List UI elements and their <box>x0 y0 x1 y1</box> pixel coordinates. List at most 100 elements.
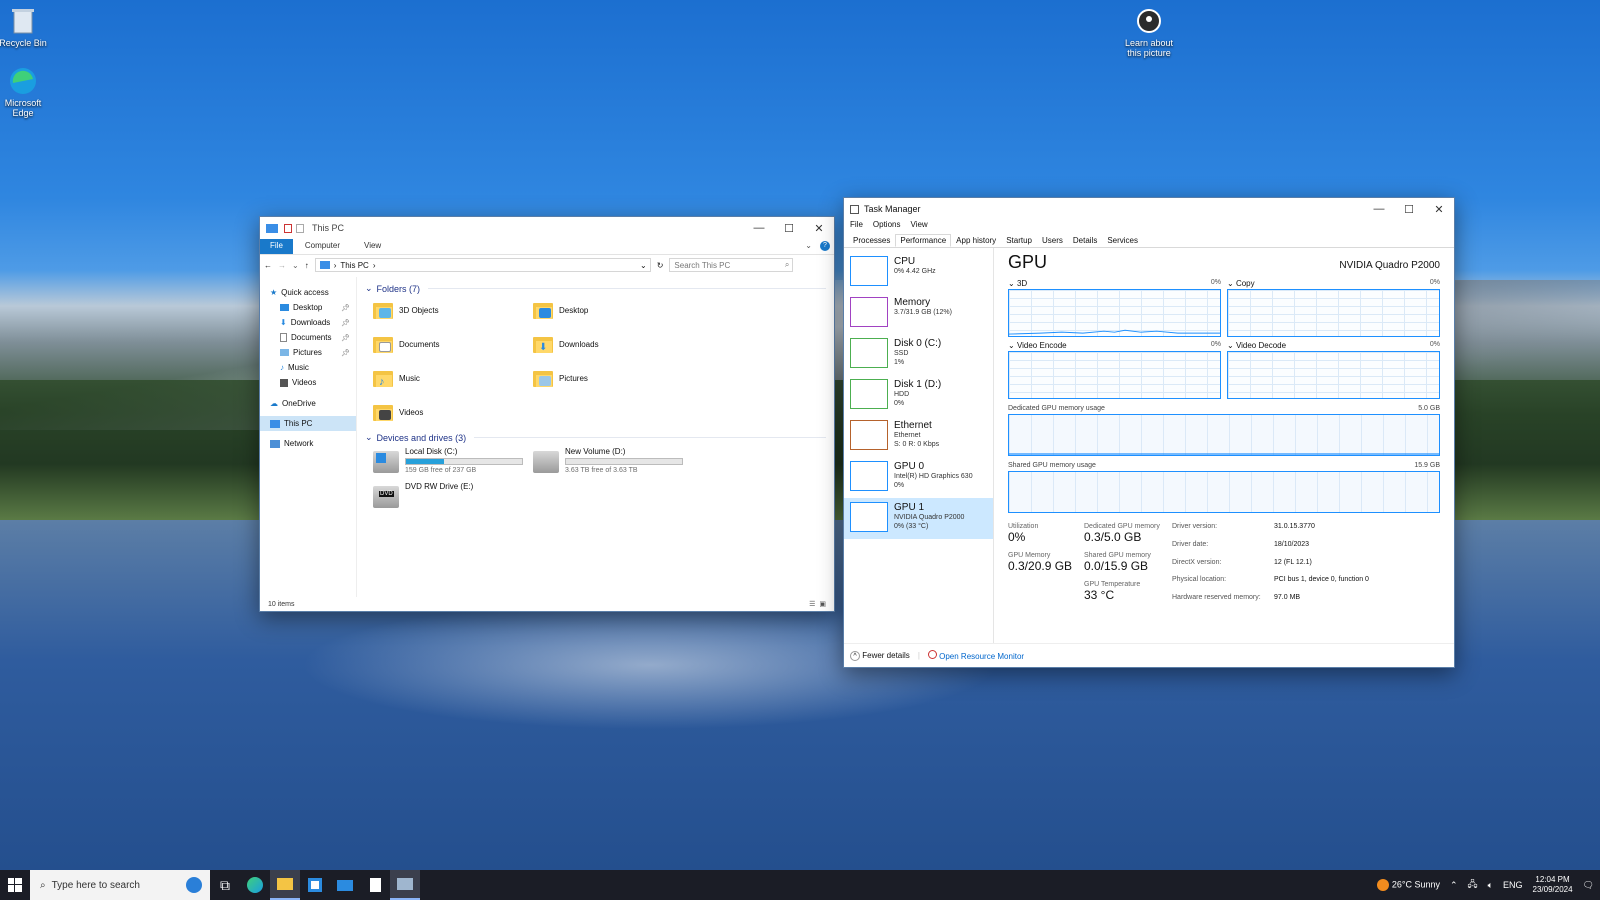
folder-pictures[interactable]: Pictures <box>533 366 693 390</box>
task-view-button[interactable]: ⧉ <box>210 870 240 900</box>
minimize-button[interactable]: — <box>1364 203 1394 216</box>
network-icon <box>270 439 280 448</box>
notifications-icon[interactable]: 🗨︎ <box>1583 880 1594 891</box>
perf-item-cpu[interactable]: CPU 0% 4.42 GHz <box>844 252 993 293</box>
recent-locations-button[interactable]: ⌄ <box>292 261 299 270</box>
show-hidden-icons-chevron-icon[interactable]: ⌃ <box>1450 880 1458 891</box>
menu-options[interactable]: Options <box>873 220 901 234</box>
folders-group-header[interactable]: ⌄ Folders (7) <box>365 283 826 294</box>
ribbon-tab-file[interactable]: File <box>260 239 293 254</box>
fewer-details-button[interactable]: ^ Fewer details <box>850 650 910 661</box>
taskbar-mail[interactable] <box>330 870 360 900</box>
ribbon-tab-computer[interactable]: Computer <box>293 239 352 254</box>
devices-group-header[interactable]: ⌄ Devices and drives (3) <box>365 432 826 443</box>
taskmgr-titlebar[interactable]: Task Manager — ☐ ✕ <box>844 198 1454 220</box>
desktop-icon-learn-picture[interactable]: Learn about this picture <box>1117 6 1181 58</box>
nav-videos[interactable]: Videos <box>260 375 356 390</box>
search-input[interactable]: Search This PC <box>674 261 730 270</box>
search-box[interactable]: Search This PC ⌕ <box>669 258 794 272</box>
desktop-icon-recycle-bin[interactable]: Recycle Bin <box>0 6 53 48</box>
perf-item-ethernet[interactable]: Ethernet Ethernet S: 0 R: 0 Kbps <box>844 416 993 457</box>
ribbon-tab-view[interactable]: View <box>352 239 393 254</box>
folder-3d-objects[interactable]: 3D Objects <box>373 298 533 322</box>
tab-details[interactable]: Details <box>1068 234 1102 247</box>
nav-desktop[interactable]: Desktop 📌︎ <box>260 300 356 315</box>
perf-item-gpu1[interactable]: GPU 1 NVIDIA Quadro P2000 0% (33 °C) <box>844 498 993 539</box>
back-button[interactable]: ← <box>264 261 272 270</box>
help-icon[interactable]: ? <box>816 239 834 254</box>
pin-icon[interactable]: 📌︎ <box>341 304 350 312</box>
weather-widget[interactable]: 26°C Sunny <box>1377 879 1440 891</box>
engine-video-encode[interactable]: ⌄ Video Encode 0% <box>1008 341 1221 399</box>
expand-ribbon-icon[interactable]: ⌄ <box>801 239 816 254</box>
task-manager-window[interactable]: Task Manager — ☐ ✕ File Options View Pro… <box>843 197 1455 668</box>
perf-item-disk1[interactable]: Disk 1 (D:) HDD 0% <box>844 375 993 416</box>
input-language[interactable]: ENG <box>1503 880 1523 890</box>
menu-file[interactable]: File <box>850 220 863 234</box>
address-bar[interactable]: › This PC › ⌄ <box>314 258 651 272</box>
explorer-titlebar[interactable]: This PC — ☐ ✕ <box>260 217 834 239</box>
address-dropdown-icon[interactable]: ⌄ <box>640 261 650 270</box>
drive-c[interactable]: Local Disk (C:) 159 GB free of 237 GB <box>373 447 533 474</box>
drive-e[interactable]: DVD DVD RW Drive (E:) <box>373 482 533 508</box>
nav-downloads[interactable]: ⬇ Downloads 📌︎ <box>260 315 356 330</box>
nav-music[interactable]: ♪ Music <box>260 360 356 375</box>
folder-downloads[interactable]: ⬇ Downloads <box>533 332 693 356</box>
file-explorer-window[interactable]: This PC — ☐ ✕ File Computer View ⌄ ? ← →… <box>259 216 835 612</box>
tab-services[interactable]: Services <box>1102 234 1143 247</box>
properties-icon[interactable] <box>296 223 304 233</box>
pin-icon[interactable]: 📌︎ <box>341 334 350 342</box>
network-icon[interactable]: 🖧︎ <box>1468 877 1478 893</box>
details-view-icon[interactable]: ☰ <box>809 600 815 608</box>
desktop-icon-edge[interactable]: Microsoft Edge <box>0 66 53 118</box>
perf-item-gpu0[interactable]: GPU 0 Intel(R) HD Graphics 630 0% <box>844 457 993 498</box>
taskbar-file-explorer[interactable] <box>270 870 300 900</box>
folder-documents[interactable]: Documents <box>373 332 533 356</box>
quick-access-toolbar-icon[interactable] <box>284 223 292 233</box>
engine-copy[interactable]: ⌄ Copy 0% <box>1227 279 1440 337</box>
tab-app-history[interactable]: App history <box>951 234 1001 247</box>
maximize-button[interactable]: ☐ <box>1394 203 1424 216</box>
taskbar-search[interactable]: ⌕ Type here to search <box>30 870 210 900</box>
taskbar-store[interactable] <box>300 870 330 900</box>
close-button[interactable]: ✕ <box>1424 203 1454 216</box>
up-button[interactable]: ↑ <box>305 261 309 270</box>
perf-item-disk0[interactable]: Disk 0 (C:) SSD 1% <box>844 334 993 375</box>
folder-desktop[interactable]: Desktop <box>533 298 693 322</box>
nav-documents[interactable]: Documents 📌︎ <box>260 330 356 345</box>
breadcrumb-this-pc[interactable]: This PC <box>340 261 368 270</box>
forward-button[interactable]: → <box>278 261 286 270</box>
drive-d[interactable]: New Volume (D:) 3.63 TB free of 3.63 TB <box>533 447 693 474</box>
taskbar-notepad[interactable] <box>360 870 390 900</box>
nav-onedrive[interactable]: ☁ OneDrive <box>260 396 356 411</box>
volume-icon[interactable]: 🔈︎ <box>1488 880 1493 891</box>
tab-processes[interactable]: Processes <box>848 234 895 247</box>
large-icons-view-icon[interactable]: ▣ <box>819 600 826 608</box>
pin-icon[interactable]: 📌︎ <box>341 349 350 357</box>
taskbar-edge[interactable] <box>240 870 270 900</box>
perf-item-memory[interactable]: Memory 3.7/31.9 GB (12%) <box>844 293 993 334</box>
start-button[interactable] <box>0 878 30 892</box>
menu-view[interactable]: View <box>910 220 927 234</box>
tab-performance[interactable]: Performance <box>895 234 952 247</box>
open-resource-monitor-link[interactable]: Open Resource Monitor <box>927 650 1024 661</box>
tab-users[interactable]: Users <box>1037 234 1068 247</box>
engine-video-decode[interactable]: ⌄ Video Decode 0% <box>1227 341 1440 399</box>
nav-network[interactable]: Network <box>260 436 356 451</box>
folder-videos[interactable]: Videos <box>373 400 533 424</box>
refresh-button[interactable]: ↻ <box>657 261 664 270</box>
maximize-button[interactable]: ☐ <box>774 222 804 235</box>
taskbar-search-input[interactable]: Type here to search <box>52 880 140 891</box>
nav-quick-access[interactable]: ★ Quick access <box>260 285 356 300</box>
documents-icon <box>280 333 287 342</box>
taskbar-task-manager[interactable] <box>390 870 420 900</box>
folder-music[interactable]: ♪ Music <box>373 366 533 390</box>
nav-pictures[interactable]: Pictures 📌︎ <box>260 345 356 360</box>
nav-this-pc[interactable]: This PC <box>260 416 356 431</box>
tab-startup[interactable]: Startup <box>1001 234 1037 247</box>
minimize-button[interactable]: — <box>744 222 774 235</box>
engine-3d[interactable]: ⌄ 3D 0% <box>1008 279 1221 337</box>
pin-icon[interactable]: 📌︎ <box>341 319 350 327</box>
clock[interactable]: 12:04 PM 23/09/2024 <box>1533 875 1573 895</box>
close-button[interactable]: ✕ <box>804 222 834 235</box>
